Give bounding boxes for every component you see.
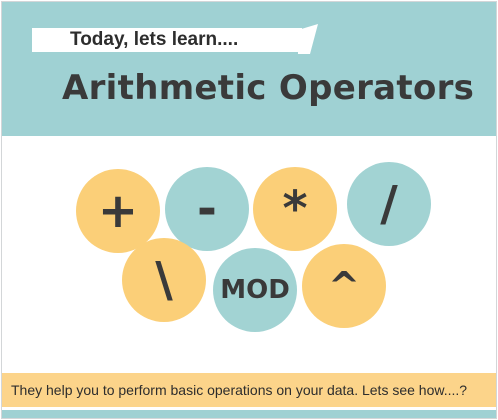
slide: Today, lets learn.... Arithmetic Operato… <box>1 1 497 419</box>
operator-minus: - <box>165 167 249 251</box>
footer-line <box>2 410 496 418</box>
operator-mod: MOD <box>213 248 297 332</box>
page-title: Arithmetic Operators <box>62 68 475 108</box>
subtitle: Today, lets learn.... <box>70 29 239 50</box>
operator-integer-divide: \ <box>122 238 206 322</box>
operator-divide: / <box>347 162 431 246</box>
operator-exponent: ^ <box>302 244 386 328</box>
footer-text: They help you to perform basic operation… <box>11 382 468 398</box>
operator-multiply: * <box>253 167 337 251</box>
